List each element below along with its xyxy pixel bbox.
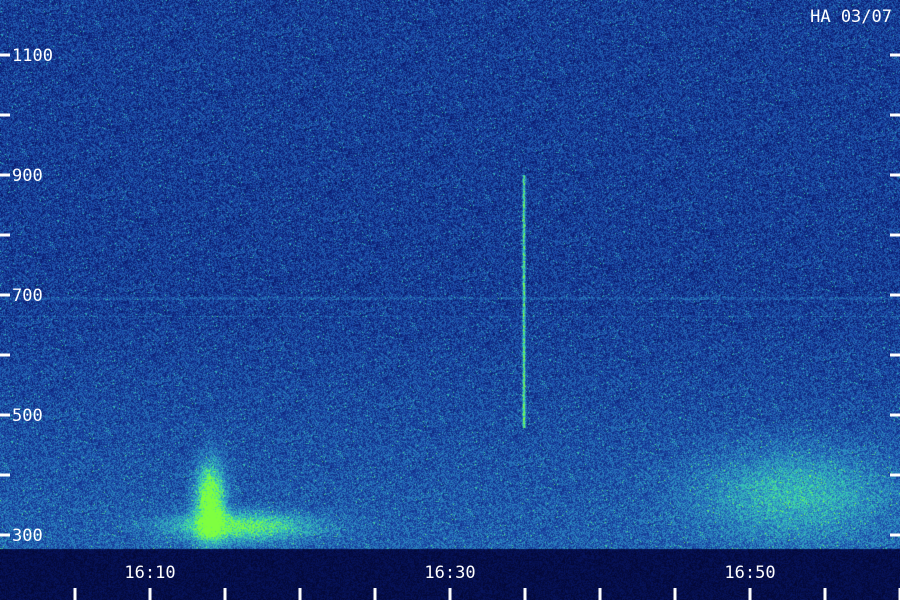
spectrogram-view: 300 500 700 900 1100 16:10 16:30 16:50 HA 03/0… — [0, 0, 900, 600]
y-tick-label: 1100 — [12, 46, 53, 66]
y-tick-label: 700 — [12, 286, 43, 306]
y-tick-label: 900 — [12, 166, 43, 186]
station-date-label: HA 03/07 — [810, 7, 892, 27]
y-tick-label: 500 — [12, 406, 43, 426]
x-tick-label: 16:30 — [424, 563, 475, 583]
x-tick-label: 16:10 — [124, 563, 175, 583]
x-tick-label: 16:50 — [724, 563, 775, 583]
y-tick-label: 300 — [12, 526, 43, 546]
axes-overlay: 300 500 700 900 1100 16:10 16:30 16:50 HA 03/0… — [0, 7, 900, 600]
x-axis: 16:10 16:30 16:50 — [73, 563, 900, 600]
y-axis: 300 500 700 900 1100 — [0, 46, 900, 546]
